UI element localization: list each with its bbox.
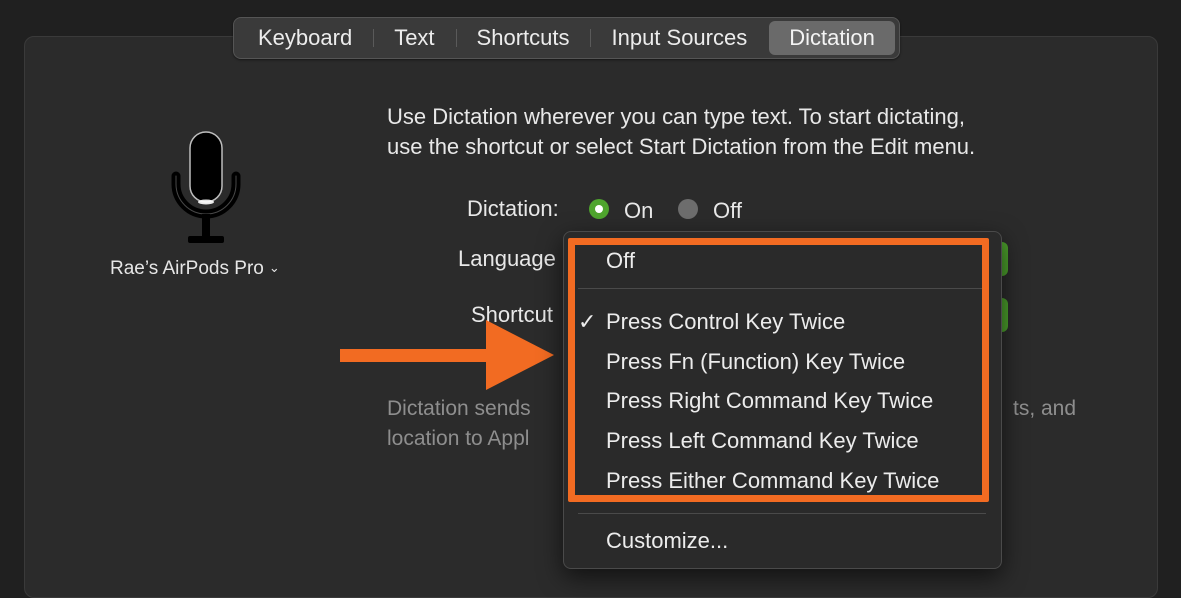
menu-separator bbox=[578, 513, 986, 514]
dictation-off-radio[interactable] bbox=[678, 199, 698, 219]
footer-line-2: location to Appl bbox=[387, 427, 530, 450]
tab-input-sources[interactable]: Input Sources bbox=[590, 21, 767, 55]
annotation-arrow-icon bbox=[340, 320, 554, 390]
annotation-highlight-box bbox=[568, 238, 989, 502]
dictation-on-label: On bbox=[624, 198, 654, 223]
dictation-on-radio[interactable] bbox=[589, 199, 609, 219]
microphone-icon bbox=[171, 131, 241, 243]
language-label: Language bbox=[458, 246, 556, 271]
device-label: Rae’s AirPods Pro bbox=[110, 258, 264, 279]
description-line-2: use the shortcut or select Start Dictati… bbox=[387, 134, 976, 159]
footer-line-1: Dictation sends bbox=[387, 397, 531, 420]
input-device-selector[interactable]: Rae’s AirPods Pro ⌄ bbox=[110, 258, 280, 280]
description-line-1: Use Dictation wherever you can type text… bbox=[387, 104, 965, 129]
tab-dictation[interactable]: Dictation bbox=[769, 21, 895, 55]
tab-keyboard[interactable]: Keyboard bbox=[238, 21, 372, 55]
dictation-description: Use Dictation wherever you can type text… bbox=[387, 102, 1087, 162]
chevron-down-icon: ⌄ bbox=[268, 260, 280, 275]
tab-text[interactable]: Text bbox=[373, 21, 454, 55]
menu-item-customize[interactable]: Customize... bbox=[606, 528, 728, 554]
preferences-tab-bar: Keyboard Text Shortcuts Input Sources Di… bbox=[233, 17, 900, 59]
dictation-off-label: Off bbox=[713, 198, 742, 223]
dictation-label: Dictation: bbox=[467, 196, 559, 221]
tab-shortcuts[interactable]: Shortcuts bbox=[455, 21, 590, 55]
footer-line-1-tail: ts, and bbox=[1013, 397, 1077, 420]
footer-privacy-text: Dictation sends location to Appl bbox=[387, 394, 531, 454]
